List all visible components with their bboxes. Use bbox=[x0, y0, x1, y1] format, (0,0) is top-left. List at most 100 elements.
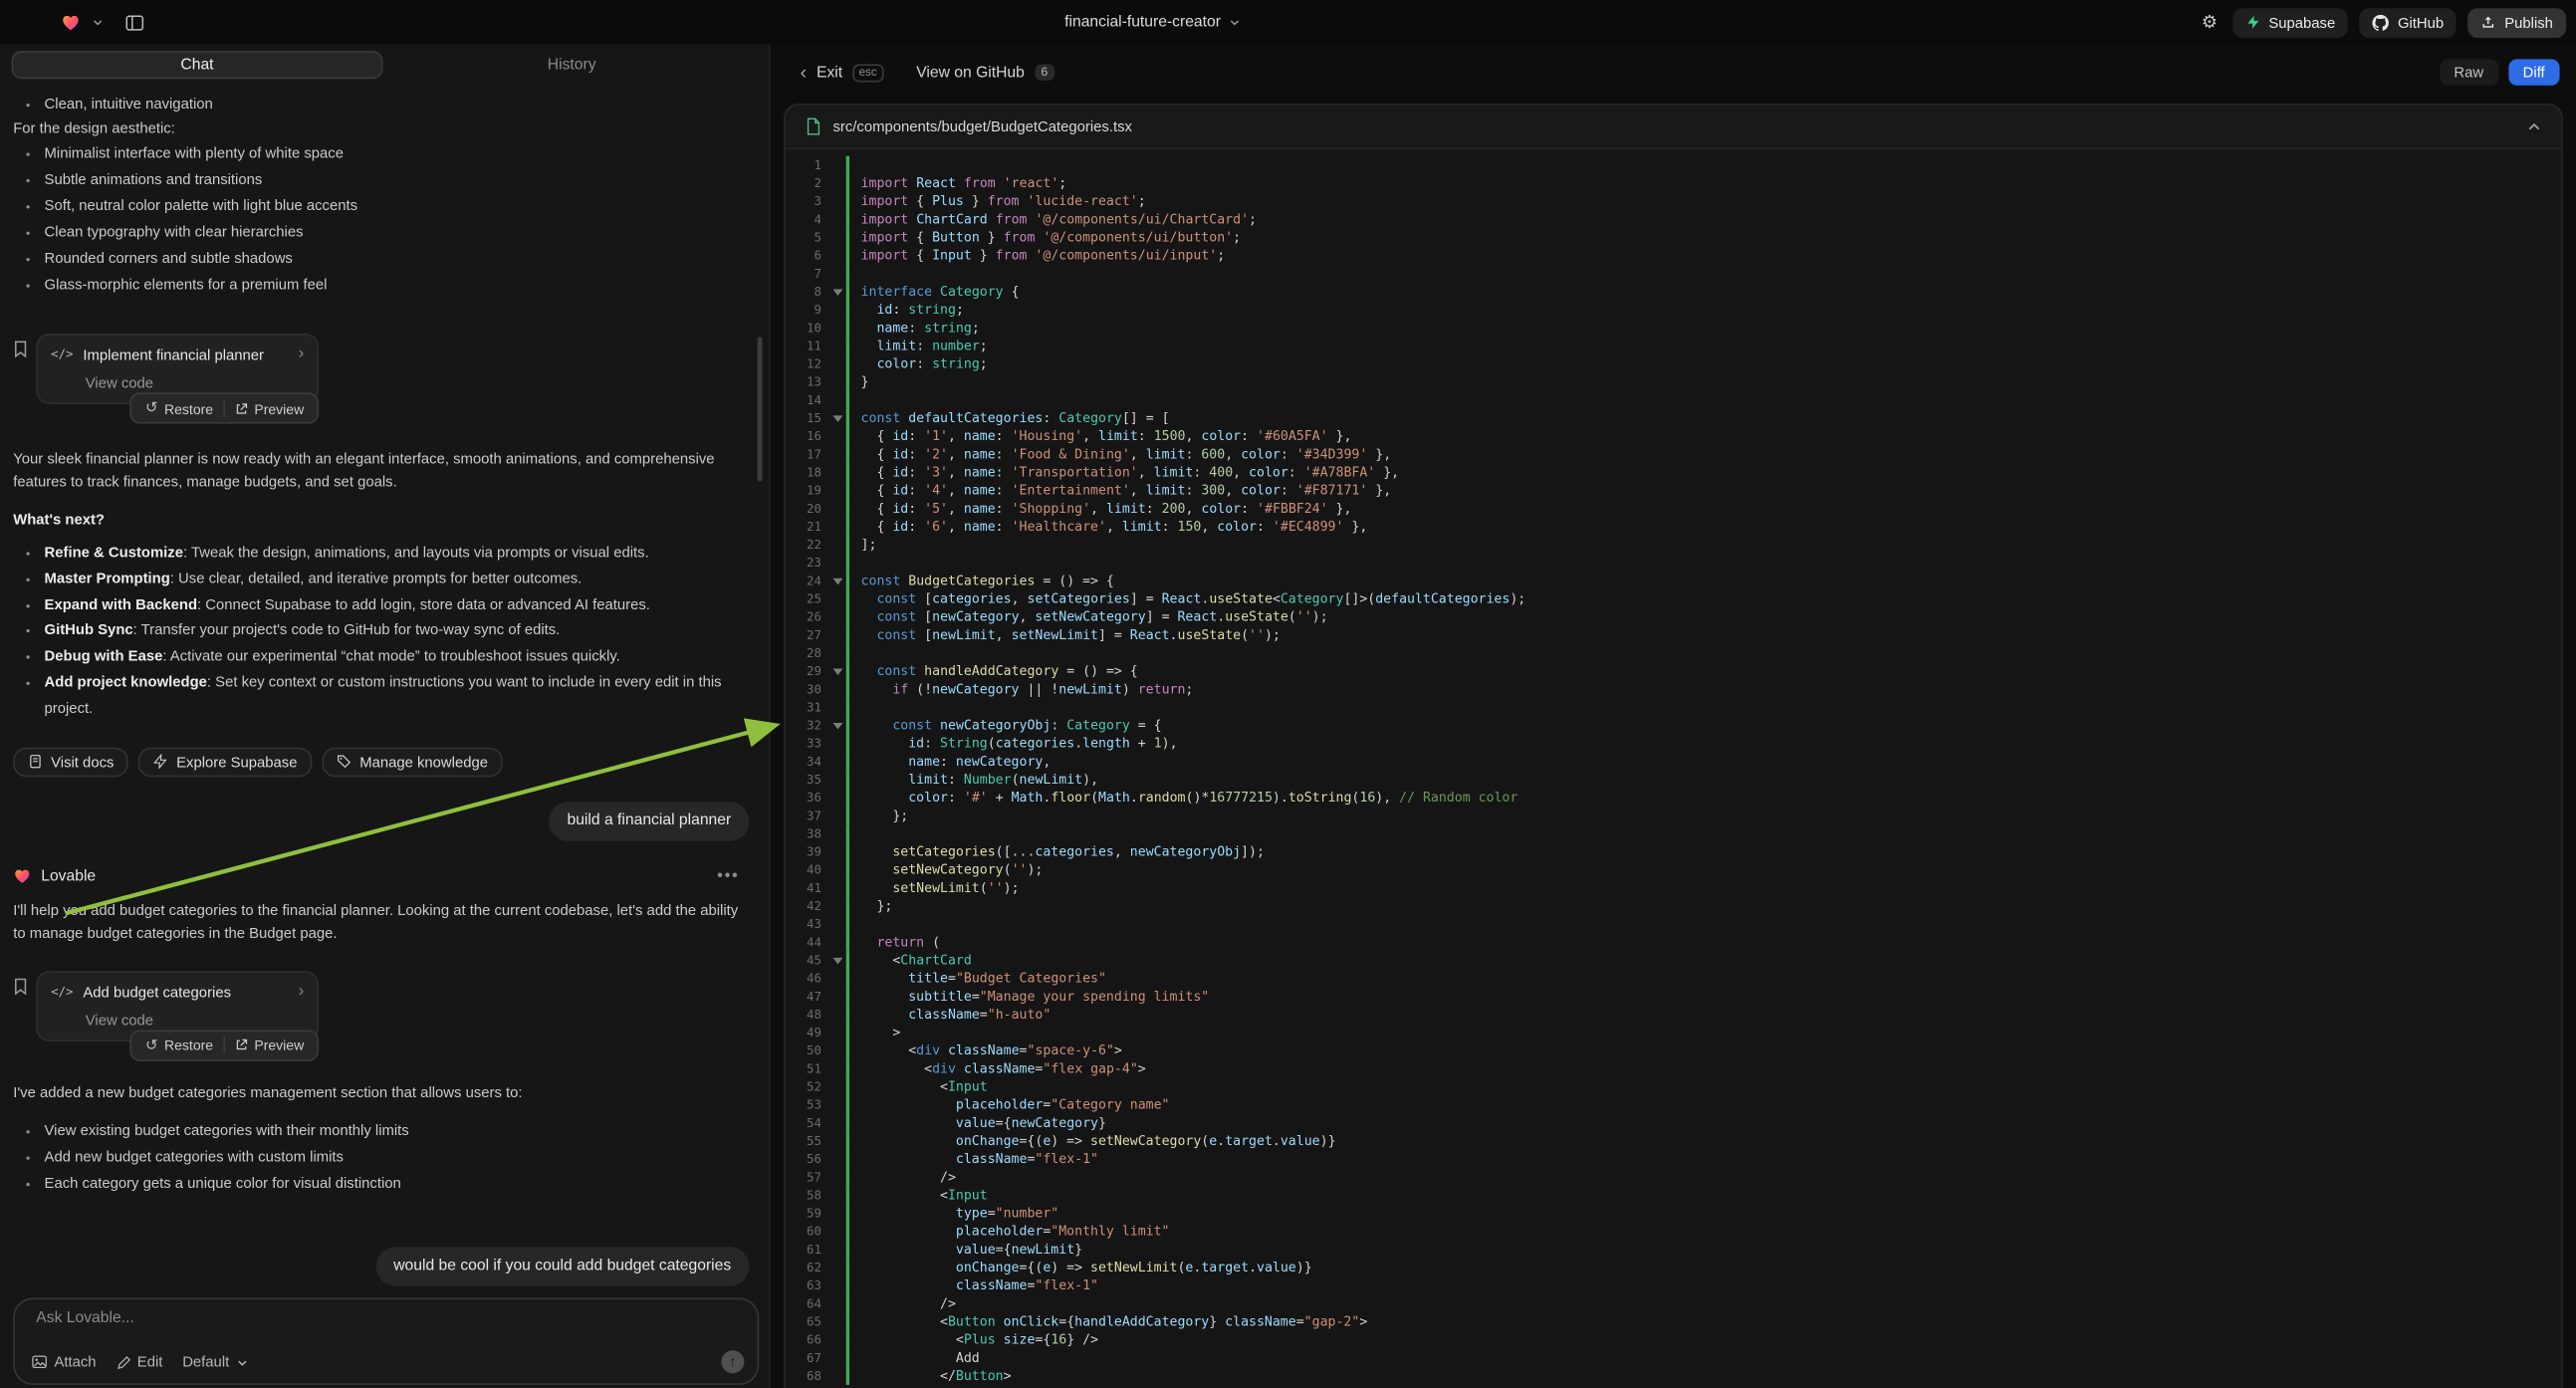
fold-gutter bbox=[828, 1059, 846, 1077]
tab-chat[interactable]: Chat bbox=[12, 51, 383, 79]
line-number: 23 bbox=[786, 554, 828, 572]
line-number: 13 bbox=[786, 373, 828, 391]
chevron-right-icon: › bbox=[299, 347, 305, 362]
line-number: 67 bbox=[786, 1349, 828, 1367]
edit-card-row-1: </> Implement financial planner › View c… bbox=[13, 334, 749, 404]
line-number: 45 bbox=[786, 951, 828, 969]
exit-label: Exit bbox=[817, 64, 842, 82]
project-switcher[interactable]: financial-future-creator bbox=[1064, 0, 1241, 45]
design-bullet-list: Minimalist interface with plenty of whit… bbox=[13, 139, 749, 297]
supabase-button[interactable]: Supabase bbox=[2232, 7, 2348, 37]
attach-button[interactable]: Attach bbox=[31, 1354, 96, 1370]
restore-button[interactable]: ↺ Restore bbox=[135, 1033, 223, 1057]
edit-card-add-budget-categories[interactable]: </> Add budget categories › View code ↺ … bbox=[36, 970, 319, 1041]
list-item-lead: GitHub Sync bbox=[45, 621, 133, 637]
line-number: 24 bbox=[786, 572, 828, 589]
fold-gutter bbox=[828, 554, 846, 572]
diff-toggle-button[interactable]: Diff bbox=[2508, 59, 2560, 85]
code-text: if (!newCategory || !newLimit) return; bbox=[846, 680, 2561, 698]
settings-gear-icon[interactable]: ⚙ bbox=[2199, 12, 2222, 33]
preview-button[interactable]: Preview bbox=[225, 1034, 314, 1056]
message-menu-icon[interactable]: ••• bbox=[707, 866, 749, 887]
collapse-file-button[interactable] bbox=[2527, 119, 2542, 134]
code-text: title="Budget Categories" bbox=[846, 969, 2561, 987]
publish-button[interactable]: Publish bbox=[2468, 7, 2566, 37]
fold-gutter bbox=[828, 1223, 846, 1241]
assistant-summary: Your sleek financial planner is now read… bbox=[13, 447, 749, 493]
fold-toggle-icon[interactable] bbox=[828, 283, 846, 301]
code-line: 29 const handleAddCategory = () => { bbox=[786, 662, 2562, 680]
fold-toggle-icon[interactable] bbox=[828, 572, 846, 589]
code-line: 17 { id: '2', name: 'Food & Dining', lim… bbox=[786, 445, 2562, 463]
code-text: import { Input } from '@/components/ui/i… bbox=[846, 246, 2561, 264]
code-text: onChange={(e) => setNewCategory(e.target… bbox=[846, 1132, 2561, 1150]
code-line: 26 const [newCategory, setNewCategory] =… bbox=[786, 607, 2562, 625]
list-item: Each category gets a unique color for vi… bbox=[45, 1169, 750, 1195]
model-selector-button[interactable]: Default bbox=[182, 1354, 247, 1370]
code-text bbox=[846, 824, 2561, 842]
code-editor[interactable]: 12import React from 'react';3import { Pl… bbox=[786, 149, 2562, 1388]
chat-transcript[interactable]: Clean, intuitive navigation For the desi… bbox=[0, 87, 769, 1294]
code-line: 48 className="h-auto" bbox=[786, 1006, 2562, 1024]
code-text: const defaultCategories: Category[] = [ bbox=[846, 409, 2561, 427]
code-text: const [newLimit, setNewLimit] = React.us… bbox=[846, 626, 2561, 644]
exit-control[interactable]: ‹ Exit esc bbox=[801, 64, 884, 82]
fold-toggle-icon[interactable] bbox=[828, 409, 846, 427]
lovable-logo-heart-icon[interactable] bbox=[61, 12, 81, 32]
line-number: 18 bbox=[786, 463, 828, 481]
line-number: 46 bbox=[786, 969, 828, 987]
code-line: 40 setNewCategory(''); bbox=[786, 861, 2562, 879]
code-line: 13} bbox=[786, 373, 2562, 391]
send-button[interactable]: ↑ bbox=[721, 1350, 744, 1373]
fold-gutter bbox=[828, 246, 846, 264]
line-number: 17 bbox=[786, 445, 828, 463]
list-item: Minimalist interface with plenty of whit… bbox=[45, 139, 750, 165]
code-icon: </> bbox=[51, 980, 73, 1003]
code-line: 4import ChartCard from '@/components/ui/… bbox=[786, 210, 2562, 228]
preview-label: Preview bbox=[254, 1037, 304, 1052]
fold-toggle-icon[interactable] bbox=[828, 951, 846, 969]
visit-docs-button[interactable]: Visit docs bbox=[13, 747, 128, 777]
view-on-github-control[interactable]: View on GitHub 6 bbox=[916, 64, 1054, 82]
code-text bbox=[846, 554, 2561, 572]
code-text: { id: '4', name: 'Entertainment', limit:… bbox=[846, 481, 2561, 499]
explore-supabase-button[interactable]: Explore Supabase bbox=[138, 747, 312, 777]
line-number: 5 bbox=[786, 228, 828, 246]
fold-toggle-icon[interactable] bbox=[828, 716, 846, 734]
fold-toggle-icon[interactable] bbox=[828, 662, 846, 680]
bookmark-icon[interactable] bbox=[13, 977, 28, 995]
chat-input[interactable] bbox=[33, 1307, 739, 1328]
workspace-chevron-down-icon[interactable] bbox=[92, 16, 104, 28]
code-text: import ChartCard from '@/components/ui/C… bbox=[846, 210, 2561, 228]
file-tsx-icon bbox=[805, 116, 820, 136]
fold-gutter bbox=[828, 463, 846, 481]
github-button[interactable]: GitHub bbox=[2360, 7, 2457, 37]
line-number: 20 bbox=[786, 500, 828, 518]
manage-knowledge-button[interactable]: Manage knowledge bbox=[322, 747, 503, 777]
chevron-up-icon bbox=[2527, 119, 2542, 134]
line-number: 21 bbox=[786, 518, 828, 536]
line-number: 42 bbox=[786, 897, 828, 915]
preview-button[interactable]: Preview bbox=[225, 396, 314, 419]
code-text: /> bbox=[846, 1168, 2561, 1186]
code-line: 2import React from 'react'; bbox=[786, 174, 2562, 192]
chat-panel: Chat History Clean, intuitive navigation… bbox=[0, 45, 771, 1388]
view-code-link[interactable]: View code bbox=[86, 371, 304, 394]
view-code-link[interactable]: View code bbox=[86, 1008, 304, 1031]
list-item-lead: Refine & Customize bbox=[45, 544, 183, 560]
code-text: <Input bbox=[846, 1077, 2561, 1095]
fold-gutter bbox=[828, 680, 846, 698]
edit-card-implement-financial-planner[interactable]: </> Implement financial planner › View c… bbox=[36, 334, 319, 404]
fold-gutter bbox=[828, 789, 846, 807]
chevron-down-icon bbox=[236, 1356, 248, 1368]
toggle-sidebar-icon[interactable] bbox=[124, 12, 144, 32]
tab-history[interactable]: History bbox=[386, 51, 758, 79]
fold-gutter bbox=[828, 698, 846, 716]
raw-toggle-button[interactable]: Raw bbox=[2440, 59, 2498, 85]
file-header[interactable]: src/components/budget/BudgetCategories.t… bbox=[786, 106, 2562, 150]
bookmark-icon[interactable] bbox=[13, 341, 28, 358]
edit-mode-button[interactable]: Edit bbox=[116, 1354, 162, 1370]
chat-scrollbar[interactable] bbox=[758, 337, 763, 481]
code-text: { id: '2', name: 'Food & Dining', limit:… bbox=[846, 445, 2561, 463]
restore-button[interactable]: ↺ Restore bbox=[135, 396, 223, 421]
